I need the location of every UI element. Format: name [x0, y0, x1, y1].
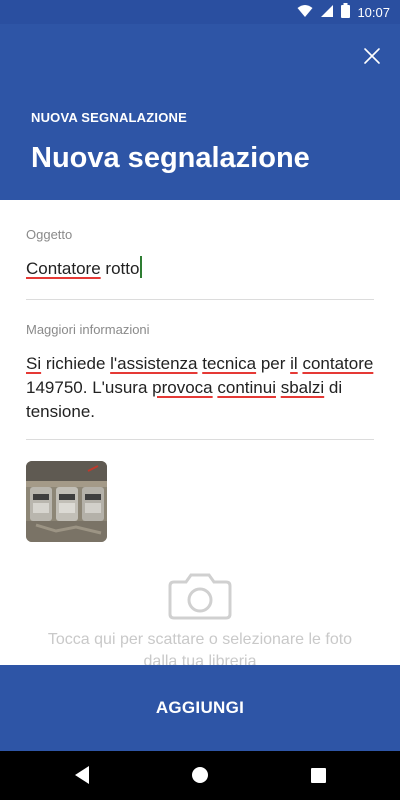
- signal-icon: [320, 4, 334, 21]
- details-value: Si richiede l'assistenza tecnica per il …: [26, 354, 374, 421]
- camera-icon: [168, 573, 232, 620]
- header: NUOVA SEGNALAZIONE Nuova segnalazione: [0, 24, 400, 200]
- back-icon[interactable]: [73, 764, 91, 786]
- text-caret: [140, 256, 143, 278]
- status-bar: 10:07: [0, 0, 400, 24]
- close-icon: [364, 48, 380, 64]
- add-photo-area[interactable]: Tocca qui per scattare o selezionare le …: [0, 560, 400, 670]
- subject-value: Contatore rotto: [26, 259, 140, 278]
- details-divider: [26, 439, 374, 440]
- home-icon[interactable]: [191, 766, 209, 784]
- details-label: Maggiori informazioni: [26, 322, 150, 337]
- close-button[interactable]: [360, 44, 384, 68]
- subject-input[interactable]: Contatore rotto: [26, 256, 143, 281]
- header-overline: NUOVA SEGNALAZIONE: [31, 110, 187, 125]
- status-time: 10:07: [357, 4, 390, 20]
- page-title: Nuova segnalazione: [31, 142, 310, 174]
- photo-thumbnail[interactable]: [26, 461, 107, 542]
- details-input[interactable]: Si richiede l'assistenza tecnica per il …: [26, 352, 376, 424]
- status-icons: 10:07: [297, 3, 390, 21]
- wifi-icon: [297, 4, 313, 21]
- add-button[interactable]: AGGIUNGI: [0, 665, 400, 751]
- subject-label: Oggetto: [26, 227, 73, 242]
- battery-icon: [341, 3, 351, 21]
- navigation-bar: [0, 751, 400, 800]
- recents-icon[interactable]: [311, 768, 326, 783]
- subject-divider: [26, 299, 374, 300]
